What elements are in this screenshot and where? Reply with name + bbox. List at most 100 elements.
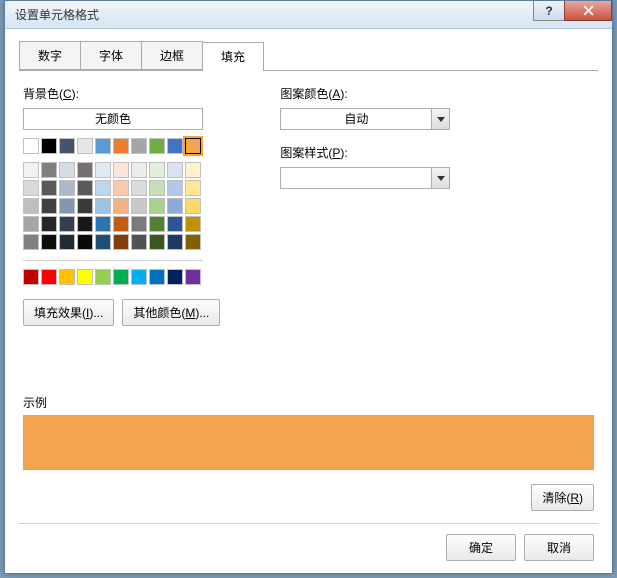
color-swatch[interactable] xyxy=(23,180,39,196)
color-swatch[interactable] xyxy=(77,162,93,178)
color-swatch[interactable] xyxy=(77,216,93,232)
no-color-button[interactable]: 无颜色 xyxy=(23,108,203,130)
pattern-color-combo[interactable]: 自动 xyxy=(280,108,450,130)
pattern-color-label: 图案颜色(A): xyxy=(280,85,594,102)
color-swatch[interactable] xyxy=(41,162,57,178)
color-swatch[interactable] xyxy=(95,162,111,178)
color-swatch[interactable] xyxy=(185,138,201,154)
tab-bar: 数字字体边框填充 xyxy=(19,41,598,71)
color-swatch[interactable] xyxy=(149,180,165,196)
color-swatch[interactable] xyxy=(185,162,201,178)
spacer xyxy=(23,326,594,386)
color-swatch[interactable] xyxy=(59,269,75,285)
color-swatch[interactable] xyxy=(41,234,57,250)
color-swatch[interactable] xyxy=(95,269,111,285)
color-swatch[interactable] xyxy=(95,198,111,214)
titlebar: 设置单元格格式 ? xyxy=(5,1,612,29)
color-swatch[interactable] xyxy=(23,162,39,178)
color-swatch[interactable] xyxy=(149,162,165,178)
color-swatch[interactable] xyxy=(167,138,183,154)
color-swatch[interactable] xyxy=(185,234,201,250)
tab-2[interactable]: 边框 xyxy=(141,41,203,70)
color-swatch[interactable] xyxy=(113,180,129,196)
color-swatch[interactable] xyxy=(95,180,111,196)
color-swatch[interactable] xyxy=(167,198,183,214)
color-swatch[interactable] xyxy=(77,180,93,196)
color-swatch[interactable] xyxy=(113,138,129,154)
color-swatch[interactable] xyxy=(131,198,147,214)
color-swatch[interactable] xyxy=(113,216,129,232)
bg-color-label: 背景色(C): xyxy=(23,85,220,102)
color-swatch[interactable] xyxy=(167,269,183,285)
effect-button-row: 填充效果(I)... 其他颜色(M)... xyxy=(23,299,220,326)
color-swatch[interactable] xyxy=(167,234,183,250)
color-swatch[interactable] xyxy=(167,180,183,196)
color-swatch[interactable] xyxy=(167,162,183,178)
color-swatch[interactable] xyxy=(23,198,39,214)
color-swatch[interactable] xyxy=(113,269,129,285)
dialog-footer: 确定 取消 xyxy=(23,524,594,573)
titlebar-controls: ? xyxy=(534,1,612,21)
color-swatch[interactable] xyxy=(149,269,165,285)
color-swatch[interactable] xyxy=(131,234,147,250)
sample-section: 示例 xyxy=(23,394,594,470)
tab-1[interactable]: 字体 xyxy=(80,41,142,70)
color-swatch[interactable] xyxy=(185,198,201,214)
close-button[interactable] xyxy=(564,1,612,21)
color-swatch[interactable] xyxy=(23,216,39,232)
color-swatch[interactable] xyxy=(149,216,165,232)
tab-0[interactable]: 数字 xyxy=(19,41,81,70)
cancel-button[interactable]: 取消 xyxy=(524,534,594,561)
color-swatch[interactable] xyxy=(77,198,93,214)
color-swatch[interactable] xyxy=(95,234,111,250)
color-swatch[interactable] xyxy=(59,162,75,178)
color-swatch[interactable] xyxy=(41,216,57,232)
color-swatch[interactable] xyxy=(23,234,39,250)
color-swatch[interactable] xyxy=(131,216,147,232)
color-swatch[interactable] xyxy=(95,216,111,232)
palette-standard xyxy=(23,269,203,285)
color-swatch[interactable] xyxy=(41,198,57,214)
color-swatch[interactable] xyxy=(185,269,201,285)
color-swatch[interactable] xyxy=(131,138,147,154)
color-swatch[interactable] xyxy=(95,138,111,154)
color-swatch[interactable] xyxy=(59,198,75,214)
pattern-style-combo[interactable] xyxy=(280,167,450,189)
more-colors-button[interactable]: 其他颜色(M)... xyxy=(122,299,220,326)
chevron-down-icon xyxy=(431,109,449,129)
panel-row: 背景色(C): 无颜色 填充效果(I)... 其他颜色(M)... 图案颜色(A… xyxy=(23,85,594,326)
fill-effects-button[interactable]: 填充效果(I)... xyxy=(23,299,114,326)
color-swatch[interactable] xyxy=(113,198,129,214)
color-swatch[interactable] xyxy=(131,269,147,285)
ok-button[interactable]: 确定 xyxy=(446,534,516,561)
dialog-window: 设置单元格格式 ? 数字字体边框填充 背景色(C): 无颜色 填充效果(I)..… xyxy=(4,0,613,574)
color-swatch[interactable] xyxy=(41,138,57,154)
color-swatch[interactable] xyxy=(59,180,75,196)
color-swatch[interactable] xyxy=(77,269,93,285)
color-swatch[interactable] xyxy=(131,180,147,196)
color-swatch[interactable] xyxy=(167,216,183,232)
color-swatch[interactable] xyxy=(131,162,147,178)
color-swatch[interactable] xyxy=(59,138,75,154)
color-swatch[interactable] xyxy=(23,138,39,154)
color-swatch[interactable] xyxy=(77,138,93,154)
color-swatch[interactable] xyxy=(149,234,165,250)
color-swatch[interactable] xyxy=(149,198,165,214)
color-swatch[interactable] xyxy=(149,138,165,154)
color-swatch[interactable] xyxy=(113,162,129,178)
chevron-down-icon xyxy=(431,168,449,188)
color-swatch[interactable] xyxy=(185,180,201,196)
color-swatch[interactable] xyxy=(41,180,57,196)
clear-button[interactable]: 清除(R) xyxy=(531,484,594,511)
color-swatch[interactable] xyxy=(185,216,201,232)
window-title: 设置单元格格式 xyxy=(15,6,99,23)
color-swatch[interactable] xyxy=(77,234,93,250)
pattern-color-value: 自动 xyxy=(281,109,431,129)
color-swatch[interactable] xyxy=(41,269,57,285)
color-swatch[interactable] xyxy=(113,234,129,250)
color-swatch[interactable] xyxy=(59,234,75,250)
color-swatch[interactable] xyxy=(23,269,39,285)
tab-3[interactable]: 填充 xyxy=(202,42,264,71)
help-button[interactable]: ? xyxy=(533,1,565,21)
color-swatch[interactable] xyxy=(59,216,75,232)
